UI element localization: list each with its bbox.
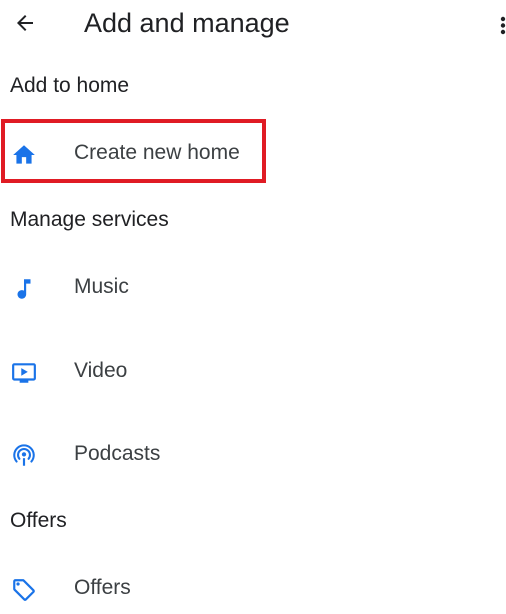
- podcasts-item[interactable]: Podcasts: [0, 428, 506, 480]
- arrow-back-icon: [17, 15, 33, 31]
- page-title: Add and manage: [84, 8, 290, 38]
- more-options-button[interactable]: [492, 10, 506, 40]
- music-item[interactable]: Music: [0, 261, 506, 313]
- more-vert-icon: [500, 16, 506, 35]
- section-header-add-to-home: Add to home: [10, 74, 130, 97]
- create-new-home-item[interactable]: Create new home: [0, 127, 506, 179]
- home-icon: [10, 141, 38, 169]
- video-item[interactable]: Video: [0, 345, 506, 397]
- podcasts-label: Podcasts: [74, 442, 161, 465]
- video-icon: [10, 359, 38, 387]
- offers-label: Offers: [74, 576, 131, 599]
- app-bar: Add and manage: [0, 0, 506, 50]
- section-header-offers: Offers: [10, 509, 67, 532]
- video-label: Video: [74, 359, 128, 382]
- offers-item[interactable]: Offers: [0, 562, 506, 614]
- podcasts-icon: [10, 442, 38, 470]
- back-button[interactable]: [10, 8, 40, 38]
- section-header-manage-services: Manage services: [10, 208, 169, 231]
- music-note-icon: [10, 275, 38, 303]
- music-label: Music: [74, 275, 129, 298]
- create-new-home-label: Create new home: [74, 141, 240, 164]
